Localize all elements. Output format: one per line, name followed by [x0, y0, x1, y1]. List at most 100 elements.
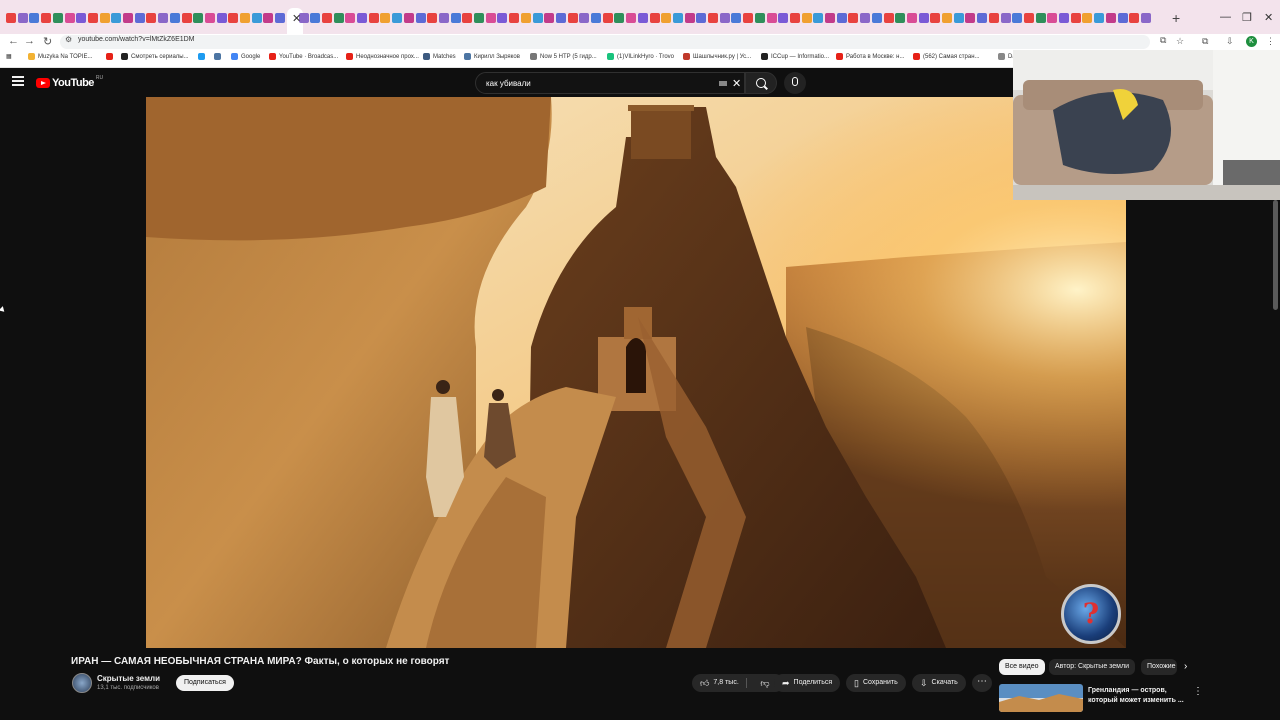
browser-tab[interactable]	[450, 13, 461, 23]
more-actions-icon[interactable]: ⋯	[972, 674, 992, 692]
new-tab-icon[interactable]: +	[1172, 10, 1180, 26]
browser-tab[interactable]	[532, 13, 543, 23]
bookmark-item[interactable]: (562) Самая стран...	[913, 53, 980, 60]
browser-tab[interactable]	[836, 13, 847, 23]
browser-tab[interactable]	[1105, 13, 1116, 23]
browser-tab[interactable]	[509, 13, 520, 23]
browser-tab[interactable]	[614, 13, 625, 23]
browser-tab[interactable]	[977, 13, 988, 23]
browser-tab[interactable]	[52, 13, 63, 23]
back-arrow-icon[interactable]: ←	[8, 35, 19, 47]
browser-tab[interactable]	[696, 13, 707, 23]
browser-tab[interactable]	[438, 13, 449, 23]
chip-author[interactable]: Автор: Скрытые земли	[1049, 659, 1135, 675]
browser-tab[interactable]	[403, 13, 414, 23]
browser-tab[interactable]	[64, 13, 75, 23]
browser-menu-icon[interactable]: ⋮	[1266, 36, 1275, 47]
browser-tab[interactable]	[123, 13, 133, 23]
browser-tab[interactable]	[76, 13, 87, 23]
recommendation-thumbnail[interactable]	[999, 684, 1083, 712]
site-info-icon[interactable]: ⚙	[65, 35, 72, 44]
browser-tab[interactable]	[1117, 13, 1128, 23]
browser-tab[interactable]	[1012, 13, 1023, 23]
recommendation-title[interactable]: Гренландия — остров, который может измен…	[1088, 686, 1188, 706]
keyboard-icon[interactable]	[719, 81, 727, 86]
browser-tab[interactable]	[158, 13, 169, 23]
browser-tab[interactable]	[485, 13, 496, 23]
chip-similar[interactable]: Похожие	[1141, 659, 1177, 675]
browser-tab[interactable]	[567, 13, 578, 23]
bookmark-item[interactable]: Неоднозначное прох...	[346, 53, 419, 60]
browser-tab[interactable]	[263, 13, 274, 23]
star-icon[interactable]: ☆	[1176, 36, 1184, 47]
browser-tab[interactable]	[988, 13, 999, 23]
browser-tab[interactable]	[1094, 13, 1105, 23]
browser-tab[interactable]	[240, 13, 250, 23]
search-input[interactable]: как убивали ✕	[475, 72, 745, 94]
bookmark-item[interactable]: YouTube · Broadcas...	[269, 53, 338, 60]
browser-tab[interactable]	[883, 13, 894, 23]
address-bar[interactable]: ⚙ youtube.com/watch?v=lMtZkZ6E1DM ⧉	[60, 35, 1166, 49]
puzzle-icon[interactable]: ⧉	[1202, 36, 1208, 47]
chip-all-videos[interactable]: Все видео	[999, 659, 1045, 675]
download-button[interactable]: ⇩ Скачать	[912, 674, 966, 692]
apps-grid-icon[interactable]: ▦	[6, 53, 12, 60]
browser-tab[interactable]	[462, 13, 473, 23]
search-button[interactable]	[745, 72, 777, 94]
browser-tab[interactable]	[708, 13, 718, 23]
browser-tab[interactable]	[1140, 13, 1151, 23]
youtube-logo[interactable]: YouTube RU	[36, 75, 103, 89]
browser-tab[interactable]	[474, 13, 484, 23]
voice-search-button[interactable]	[784, 72, 806, 94]
browser-tab[interactable]	[169, 13, 180, 23]
browser-tab[interactable]	[204, 13, 215, 23]
browser-tab[interactable]	[672, 13, 683, 23]
browser-tab[interactable]	[310, 13, 321, 23]
browser-tab[interactable]	[497, 13, 508, 23]
browser-tab[interactable]	[181, 13, 192, 23]
close-tab-icon[interactable]: ✕	[292, 12, 301, 25]
install-app-icon[interactable]: ⧉	[1160, 35, 1166, 46]
bookmark-item[interactable]	[214, 53, 224, 60]
save-button[interactable]: ▯ Сохранить	[846, 674, 906, 692]
bookmark-item[interactable]: (1)VILinkHyro · Trovo	[607, 53, 674, 60]
browser-tab[interactable]	[848, 13, 859, 23]
minimize-icon[interactable]: —	[1220, 11, 1231, 23]
bookmark-item[interactable]: Google	[231, 53, 260, 60]
browser-tab[interactable]	[99, 13, 110, 23]
browser-tab[interactable]	[134, 13, 145, 23]
browser-tab[interactable]	[368, 13, 379, 23]
bookmark-item[interactable]: Кирилл Зыряков	[464, 53, 520, 60]
bookmark-item[interactable]	[106, 53, 116, 60]
bookmark-item[interactable]: Matches	[423, 53, 456, 60]
browser-tab[interactable]	[591, 13, 601, 23]
browser-tab[interactable]	[345, 13, 356, 23]
browser-tab[interactable]	[778, 13, 789, 23]
browser-tab[interactable]	[520, 13, 531, 23]
browser-tab[interactable]	[579, 13, 590, 23]
browser-tab[interactable]	[228, 13, 239, 23]
recommendation-menu-icon[interactable]: ⋮	[1193, 686, 1203, 697]
browser-tab[interactable]	[637, 13, 648, 23]
share-button[interactable]: ➦ Поделиться	[774, 674, 841, 692]
browser-tab[interactable]	[193, 13, 204, 23]
browser-tab[interactable]	[930, 13, 941, 23]
browser-tab[interactable]	[1023, 13, 1034, 23]
browser-tab[interactable]	[41, 13, 52, 23]
channel-watermark-icon[interactable]: ?	[1061, 584, 1121, 644]
browser-tab[interactable]	[602, 13, 613, 23]
browser-tab[interactable]	[661, 13, 672, 23]
browser-tab[interactable]	[719, 13, 730, 23]
browser-tab[interactable]	[731, 13, 742, 23]
browser-tab[interactable]	[626, 13, 637, 23]
bookmark-item[interactable]: ICCup — Informatio...	[761, 53, 829, 60]
browser-tab[interactable]	[754, 13, 765, 23]
browser-tab[interactable]	[649, 13, 660, 23]
like-button[interactable]: 👍︎ 7,8 тыс.	[692, 674, 746, 692]
browser-tab[interactable]	[111, 13, 122, 23]
page-scrollbar[interactable]	[1273, 200, 1278, 310]
browser-tab[interactable]	[1035, 13, 1046, 23]
browser-tab[interactable]	[906, 13, 917, 23]
browser-tab[interactable]	[357, 13, 367, 23]
browser-tab[interactable]	[871, 13, 882, 23]
